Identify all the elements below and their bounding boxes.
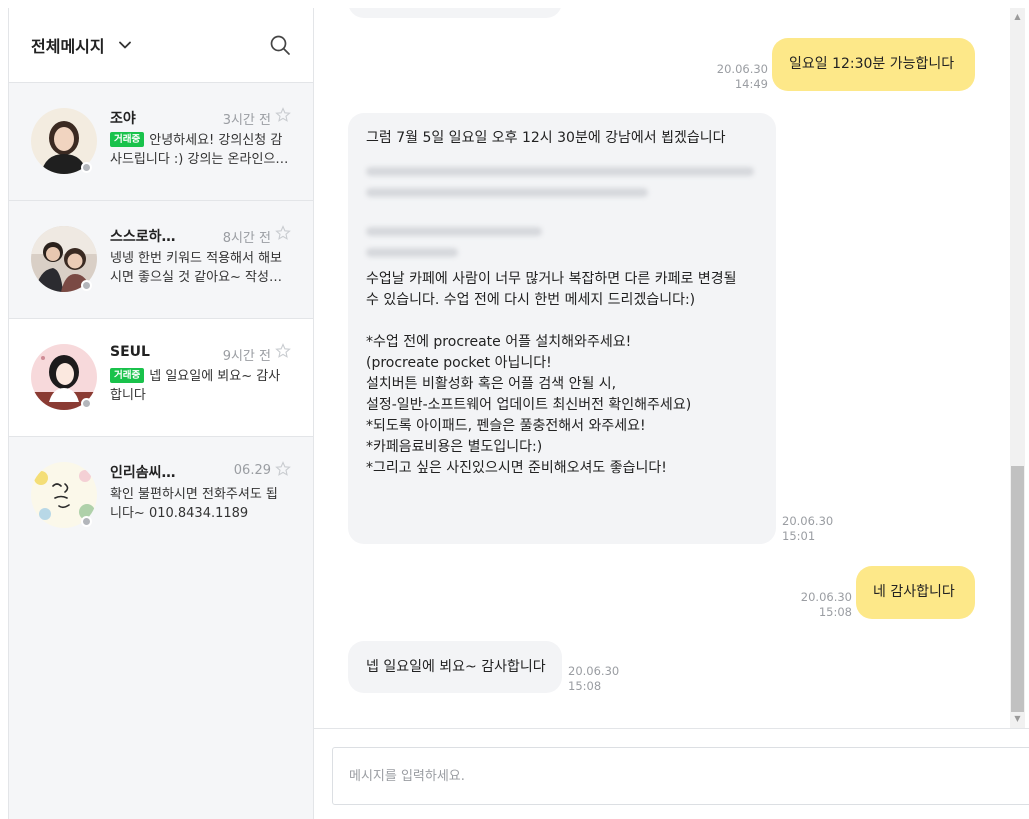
search-icon[interactable] bbox=[269, 34, 291, 56]
chat-scrollbar[interactable]: ▲ ▼ bbox=[1010, 8, 1025, 728]
status-dot bbox=[81, 280, 92, 291]
message-text: *카페음료비용은 별도입니다:) bbox=[366, 439, 543, 455]
conversation-item[interactable]: 조야 3시간 전 거래중 안녕하세요! 강의신청 감 사드립니다 :) 강의는 온… bbox=[9, 83, 313, 201]
message-composer bbox=[314, 728, 1029, 819]
message-text: 수업날 카페에 사람이 너무 많거나 복잡하면 다른 카페로 변경될 bbox=[366, 271, 737, 287]
message-text: *수업 전에 procreate 어플 설치해와주세요! bbox=[366, 334, 632, 350]
message-date: 20.06.30 bbox=[782, 514, 834, 528]
message-filter-label[interactable]: 전체메시지 bbox=[31, 33, 105, 57]
message-timestamp: 20.06.30 15:01 bbox=[782, 514, 852, 544]
message-text: 일요일 12:30분 가능합니다 bbox=[789, 56, 955, 72]
message-bubble-incoming: 넵 일요일에 뵈요~ 감사합니다 bbox=[348, 641, 562, 693]
sidebar-header: 전체메시지 bbox=[9, 8, 313, 83]
message-timestamp: 20.06.30 14:49 bbox=[704, 62, 768, 92]
conversation-name: 조야 bbox=[110, 111, 136, 127]
preview-line: 니다~ 010.8434.1189 bbox=[110, 506, 249, 521]
conversation-time: 3시간 전 bbox=[222, 113, 271, 128]
message-timestamp: 20.06.30 15:08 bbox=[786, 590, 852, 620]
preview-line: 확인 불편하시면 전화주셔도 됩 bbox=[110, 487, 278, 502]
conversation-item[interactable]: 스스로하… 8시간 전 넹넹 한번 키워드 적용해서 해보 시면 좋으실 것 같… bbox=[9, 201, 313, 319]
message-time: 15:08 bbox=[568, 679, 602, 693]
scroll-down-arrow-icon[interactable]: ▼ bbox=[1010, 714, 1025, 724]
message-bubble-outgoing: 네 감사합니다 bbox=[856, 566, 975, 619]
status-dot bbox=[81, 398, 92, 409]
message-timestamp: 20.06.30 15:08 bbox=[568, 664, 638, 694]
conversation-time: 8시간 전 bbox=[222, 231, 271, 246]
preview-line: 합니다 bbox=[110, 388, 146, 403]
message-text: 그럼 7월 5일 일요일 오후 12시 30분에 강남에서 뵙겠습니다 bbox=[366, 130, 726, 146]
conversation-preview: 넹넹 한번 키워드 적용해서 해보 시면 좋으실 것 같아요~ 작성… bbox=[110, 249, 296, 287]
messenger-app: 전체메시지 조야 3시간 전 거래중 안녕하세요! 강의신청 감 사드립니다 :)… bbox=[0, 0, 1029, 819]
preview-line: 안녕하세요! 강의신청 감 bbox=[149, 133, 283, 148]
message-time: 15:08 bbox=[818, 605, 852, 619]
conversation-item-active[interactable]: SEUL 9시간 전 거래중 넵 일요일에 뵈요~ 감사 합니다 bbox=[9, 319, 313, 437]
preview-line: 시면 좋으실 것 같아요~ 작성… bbox=[110, 270, 282, 285]
message-text: 설치버튼 비활성화 혹은 어플 검색 안될 시, bbox=[366, 376, 617, 392]
message-time: 15:01 bbox=[782, 529, 816, 543]
conversation-item[interactable]: 인리솜씨… 06.29 확인 불편하시면 전화주셔도 됩 니다~ 010.843… bbox=[9, 437, 313, 555]
conversation-sidebar: 전체메시지 조야 3시간 전 거래중 안녕하세요! 강의신청 감 사드립니다 :)… bbox=[8, 8, 314, 819]
preview-line: 넹넹 한번 키워드 적용해서 해보 bbox=[110, 251, 283, 266]
message-bubble-outgoing: 일요일 12:30분 가능합니다 bbox=[772, 38, 975, 91]
conversation-preview: 거래중 넵 일요일에 뵈요~ 감사 합니다 bbox=[110, 367, 296, 405]
message-text: 네 감사합니다 bbox=[873, 584, 955, 600]
conversation-name: 인리솜씨… bbox=[110, 465, 176, 481]
message-date: 20.06.30 bbox=[716, 62, 768, 76]
status-dot bbox=[81, 516, 92, 527]
message-bubble-partial bbox=[348, 8, 562, 18]
preview-line: 사드립니다 :) 강의는 온라인으… bbox=[110, 152, 289, 167]
status-badge: 거래중 bbox=[110, 132, 145, 147]
conversation-preview: 거래중 안녕하세요! 강의신청 감 사드립니다 :) 강의는 온라인으… bbox=[110, 131, 296, 169]
chat-panel[interactable]: 20.06.30 14:49 일요일 12:30분 가능합니다 그럼 7월 5일… bbox=[314, 8, 1029, 728]
message-date: 20.06.30 bbox=[568, 664, 620, 678]
blurred-content bbox=[366, 167, 756, 257]
message-time: 14:49 bbox=[734, 77, 768, 91]
conversation-name: 스스로하… bbox=[110, 229, 176, 245]
chevron-down-icon[interactable] bbox=[117, 37, 133, 53]
star-icon[interactable] bbox=[275, 225, 291, 241]
star-icon[interactable] bbox=[275, 461, 291, 477]
message-text bbox=[366, 311, 760, 332]
preview-line: 넵 일요일에 뵈요~ 감사 bbox=[149, 369, 281, 384]
star-icon[interactable] bbox=[275, 107, 291, 123]
message-text: (procreate pocket 아닙니다! bbox=[366, 355, 552, 371]
conversation-time: 06.29 bbox=[233, 463, 271, 478]
conversation-preview: 확인 불편하시면 전화주셔도 됩 니다~ 010.8434.1189 bbox=[110, 485, 296, 523]
message-input[interactable] bbox=[332, 747, 1029, 805]
message-date: 20.06.30 bbox=[800, 590, 852, 604]
message-text: *그리고 싶은 사진있으시면 준비해오셔도 좋습니다! bbox=[366, 460, 667, 476]
message-bubble-incoming: 그럼 7월 5일 일요일 오후 12시 30분에 강남에서 뵙겠습니다 수업날 … bbox=[348, 113, 776, 544]
message-text: 넵 일요일에 뵈요~ 감사합니다 bbox=[366, 659, 546, 675]
message-text: 수 있습니다. 수업 전에 다시 한번 메세지 드리겠습니다:) bbox=[366, 292, 696, 308]
scroll-up-arrow-icon[interactable]: ▲ bbox=[1010, 12, 1025, 22]
status-dot bbox=[81, 162, 92, 173]
conversation-time: 9시간 전 bbox=[222, 349, 271, 364]
scrollbar-thumb[interactable] bbox=[1011, 466, 1024, 712]
status-badge: 거래중 bbox=[110, 368, 145, 383]
message-text: 설정-일반-소프트웨어 업데이트 최신버전 확인해주세요) bbox=[366, 397, 692, 413]
conversation-name: SEUL bbox=[110, 344, 150, 360]
star-icon[interactable] bbox=[275, 343, 291, 359]
message-text: *되도록 아이패드, 펜슬은 풀충전해서 와주세요! bbox=[366, 418, 646, 434]
